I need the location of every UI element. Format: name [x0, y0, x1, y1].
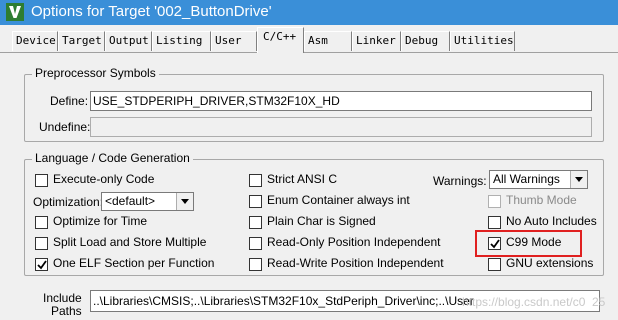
plain-char-checkbox[interactable]	[249, 216, 262, 229]
optimization-label: Optimization:	[33, 195, 104, 209]
window-title: Options for Target '002_ButtonDrive'	[31, 3, 272, 20]
checkmark-icon	[490, 239, 500, 249]
define-label: Define:	[50, 94, 89, 108]
no-auto-includes-checkbox[interactable]	[488, 216, 501, 229]
strict-ansi-checkbox[interactable]	[249, 174, 262, 187]
tab-bar: Device Target Output Listing User C/C++ …	[0, 25, 618, 54]
tab-device[interactable]: Device	[12, 31, 58, 51]
tab-c-cpp[interactable]: C/C++	[257, 27, 304, 54]
tab-output[interactable]: Output	[105, 31, 152, 51]
preprocessor-group-label: Preprocessor Symbols	[32, 66, 159, 80]
optimize-time-label: Optimize for Time	[53, 214, 148, 228]
tab-user[interactable]: User	[211, 31, 257, 51]
no-auto-includes-label: No Auto Includes	[506, 214, 597, 228]
c99-mode-label: C99 Mode	[506, 235, 562, 249]
strict-ansi-label: Strict ANSI C	[267, 172, 338, 186]
thumb-mode-checkbox[interactable]	[488, 195, 501, 208]
optimize-time-checkbox[interactable]	[35, 216, 48, 229]
warnings-select[interactable]: All Warnings	[489, 170, 588, 189]
execute-only-label: Execute-only Code	[53, 172, 155, 186]
optimization-dropdown-button[interactable]	[176, 193, 193, 210]
one-elf-label: One ELF Section per Function	[53, 256, 215, 270]
undefine-input[interactable]	[90, 117, 592, 137]
warnings-label: Warnings:	[433, 174, 487, 188]
tab-utilities[interactable]: Utilities	[450, 31, 515, 51]
split-load-checkbox[interactable]	[35, 237, 48, 250]
rw-position-checkbox[interactable]	[249, 258, 262, 271]
one-elf-checkbox[interactable]	[35, 258, 48, 271]
define-input[interactable]: USE_STDPERIPH_DRIVER,STM32F10X_HD	[90, 91, 592, 111]
ro-position-label: Read-Only Position Independent	[267, 235, 441, 249]
tab-debug[interactable]: Debug	[401, 31, 450, 51]
gnu-extensions-label: GNU extensions	[506, 256, 594, 270]
keil-uvision-icon	[6, 3, 24, 21]
warnings-dropdown-button[interactable]	[570, 171, 587, 188]
watermark-text: https://blog.csdn.net/c0	[462, 295, 586, 309]
include-label-line2: Paths	[51, 304, 82, 318]
include-label-line1: Include	[43, 291, 82, 305]
checkmark-icon	[37, 260, 47, 270]
tab-target[interactable]: Target	[58, 31, 105, 51]
watermark-tail: 25	[592, 295, 606, 309]
title-bar: Options for Target '002_ButtonDrive'	[0, 0, 618, 25]
undefine-label: Undefine:	[39, 120, 91, 134]
c99-mode-checkbox[interactable]	[488, 237, 501, 250]
chevron-down-icon	[181, 199, 189, 204]
tab-content-c-cpp: Preprocessor Symbols Define: USE_STDPERI…	[0, 53, 618, 320]
rw-position-label: Read-Write Position Independent	[267, 256, 444, 270]
execute-only-checkbox[interactable]	[35, 174, 48, 187]
split-load-label: Split Load and Store Multiple	[53, 235, 207, 249]
chevron-down-icon	[575, 177, 583, 182]
gnu-extensions-checkbox[interactable]	[488, 258, 501, 271]
tab-listing[interactable]: Listing	[152, 31, 211, 51]
codegen-group-label: Language / Code Generation	[32, 151, 193, 165]
optimization-select[interactable]: <default>	[101, 192, 194, 211]
warnings-value: All Warnings	[493, 172, 560, 186]
ro-position-checkbox[interactable]	[249, 237, 262, 250]
plain-char-label: Plain Char is Signed	[267, 214, 376, 228]
enum-container-label: Enum Container always int	[267, 193, 410, 207]
optimization-value: <default>	[105, 194, 156, 208]
enum-container-checkbox[interactable]	[249, 195, 262, 208]
thumb-mode-label: Thumb Mode	[506, 193, 577, 207]
tab-linker[interactable]: Linker	[352, 31, 401, 51]
tab-asm[interactable]: Asm	[304, 31, 352, 51]
